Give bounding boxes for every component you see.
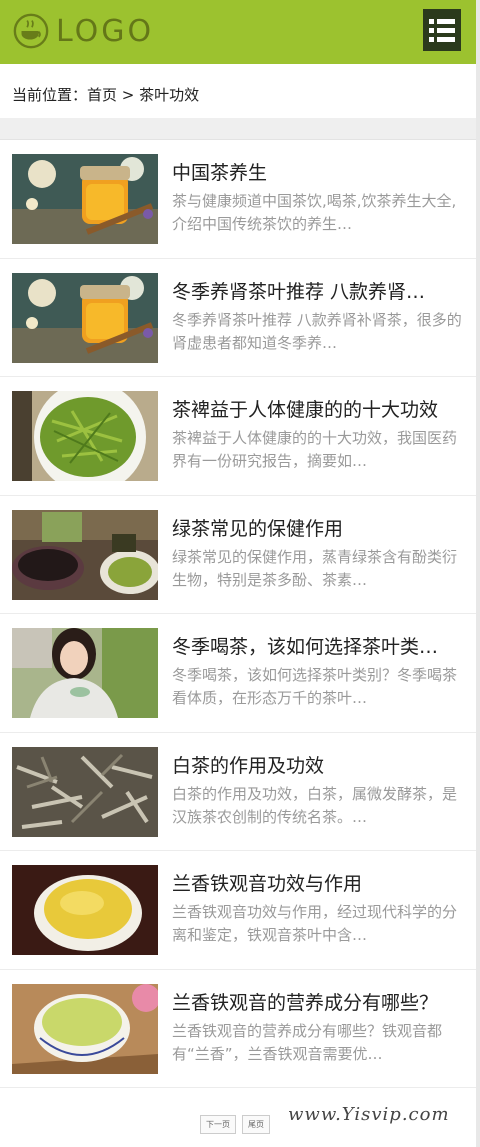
list-item[interactable]: 白茶的作用及功效 白茶的作用及功效，白茶，属微发酵茶，是汉族茶农创制的传统名茶。… xyxy=(0,733,476,851)
header: LOGO xyxy=(0,0,476,64)
article-desc: 冬季喝茶，该如何选择茶叶类别？冬季喝茶看体质，在形态万千的茶叶… xyxy=(172,666,458,707)
article-title[interactable]: 白茶的作用及功效 xyxy=(172,751,462,778)
article-title[interactable]: 冬季喝茶，该如何选择茶叶类… xyxy=(172,632,462,659)
menu-button[interactable] xyxy=(423,9,461,51)
article-desc: 冬季养肾茶叶推荐 八款养肾补肾茶，很多的肾虚患者都知道冬季养… xyxy=(172,310,462,352)
list-item[interactable]: 兰香铁观音功效与作用 兰香铁观音功效与作用，经过现代科学的分离和鉴定，铁观音茶叶… xyxy=(0,851,476,970)
list-item[interactable]: 冬季喝茶，该如何选择茶叶类… 冬季喝茶，该如何选择茶叶类别？冬季喝茶看体质，在形… xyxy=(0,614,476,733)
logo-text: LOGO xyxy=(56,13,155,49)
honey-jar-image[interactable] xyxy=(12,272,158,363)
list-item[interactable]: 茶裨益于人体健康的的十大功效 茶裨益于人体健康的的十大功效，我国医药界有一份研究… xyxy=(0,377,476,496)
article-desc: 绿茶常见的保健作用，蒸青绿茶含有酚类衍生物，特别是茶多酚、茶素… xyxy=(172,547,458,589)
article-desc: 兰香铁观音功效与作用，经过现代科学的分离和鉴定，铁观音茶叶中含… xyxy=(172,903,458,944)
pagination: 下一页 尾页 xyxy=(200,1115,270,1134)
woman-tea-cup-image[interactable] xyxy=(12,628,158,718)
breadcrumb-current[interactable]: 茶叶功效 xyxy=(139,86,199,104)
breadcrumb-separator: > xyxy=(117,86,140,104)
green-tea-bowl-image[interactable] xyxy=(12,391,158,481)
tea-cup-flower-image[interactable] xyxy=(12,983,158,1074)
tea-cup-logo-icon xyxy=(13,13,49,49)
breadcrumb-prefix: 当前位置： xyxy=(12,86,88,104)
article-desc: 兰香铁观音的营养成分有哪些？铁观音都有“兰香”，兰香铁观音需要优… xyxy=(172,1021,443,1063)
article-title[interactable]: 冬季养肾茶叶推荐 八款养肾… xyxy=(172,277,462,304)
scroll-edge xyxy=(476,0,480,1147)
breadcrumb-home-link[interactable]: 首页 xyxy=(87,86,117,104)
article-desc: 白茶的作用及功效，白茶，属微发酵茶，是汉族茶农创制的传统名茶。… xyxy=(172,784,458,826)
list-item[interactable]: 兰香铁观音的营养成分有哪些？ 兰香铁观音的营养成分有哪些？铁观音都有“兰香”，兰… xyxy=(0,970,476,1088)
yellow-tea-cup-image[interactable] xyxy=(12,865,158,955)
list-item[interactable]: 冬季养肾茶叶推荐 八款养肾… 冬季养肾茶叶推荐 八款养肾补肾茶，很多的肾虚患者都… xyxy=(0,259,476,377)
article-title[interactable]: 茶裨益于人体健康的的十大功效 xyxy=(172,395,462,422)
next-page-button[interactable]: 下一页 xyxy=(200,1115,236,1134)
article-desc: 茶裨益于人体健康的的十大功效，我国医药界有一份研究报告，摘要如… xyxy=(172,429,458,470)
article-list: 中国茶养生 茶与健康频道中国茶饮,喝茶,饮茶养生大全,介绍中国传统茶饮的养生… … xyxy=(0,140,476,1088)
article-desc: 茶与健康频道中国茶饮,喝茶,饮茶养生大全,介绍中国传统茶饮的养生… xyxy=(172,192,457,233)
article-title[interactable]: 兰香铁观音的营养成分有哪些？ xyxy=(172,988,462,1015)
list-item[interactable]: 绿茶常见的保健作用 绿茶常见的保健作用，蒸青绿茶含有酚类衍生物，特别是茶多酚、茶… xyxy=(0,496,476,614)
article-title[interactable]: 兰香铁观音功效与作用 xyxy=(172,869,462,896)
section-divider xyxy=(0,118,476,140)
watermark: www.Yisvip.com xyxy=(288,1104,450,1125)
article-title[interactable]: 绿茶常见的保健作用 xyxy=(172,514,462,541)
menu-list-icon xyxy=(429,18,455,24)
honey-jar-image[interactable] xyxy=(12,154,158,244)
list-item[interactable]: 中国茶养生 茶与健康频道中国茶饮,喝茶,饮茶养生大全,介绍中国传统茶饮的养生… xyxy=(0,140,476,259)
last-page-button[interactable]: 尾页 xyxy=(242,1115,270,1134)
article-title[interactable]: 中国茶养生 xyxy=(172,158,462,185)
breadcrumb: 当前位置：首页 > 茶叶功效 xyxy=(12,84,199,105)
white-tea-leaves-image[interactable] xyxy=(12,746,158,837)
tea-set-image[interactable] xyxy=(12,509,158,600)
logo[interactable]: LOGO xyxy=(12,11,154,51)
